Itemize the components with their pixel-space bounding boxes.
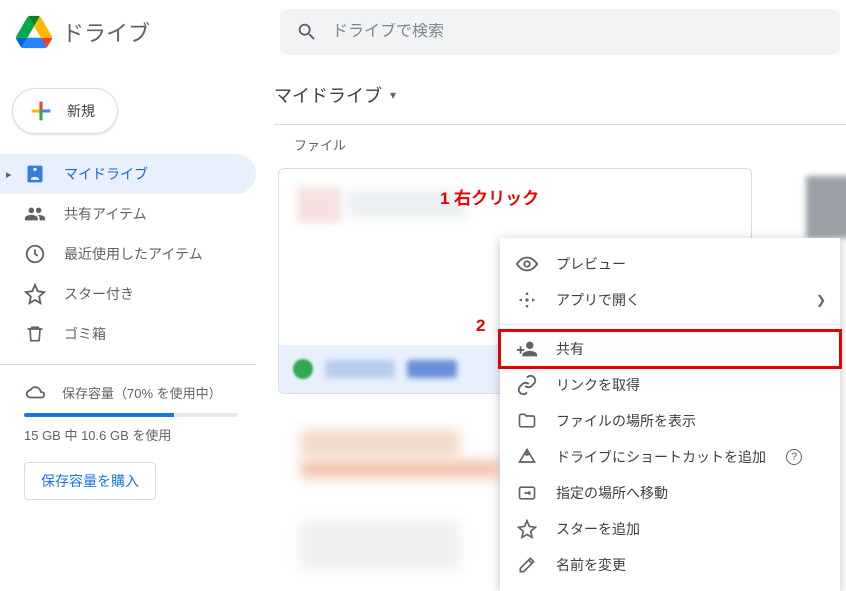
ctx-get-link[interactable]: リンクを取得: [500, 367, 840, 403]
nav-label: 最近使用したアイテム: [64, 244, 203, 264]
content-blur: [300, 520, 460, 570]
ctx-label: ドライブにショートカットを追加: [556, 447, 766, 467]
nav-label: スター付き: [64, 284, 134, 304]
brand-title: ドライブ: [62, 16, 150, 48]
move-icon: [516, 482, 538, 504]
shared-icon: [24, 203, 46, 225]
ctx-show-location[interactable]: ファイルの場所を表示: [500, 403, 840, 439]
nav: マイドライブ 共有アイテム 最近使用したアイテム スター付き: [0, 154, 256, 354]
ctx-share[interactable]: 共有: [500, 331, 840, 367]
ctx-label: リンクを取得: [556, 375, 640, 395]
divider: [500, 324, 840, 325]
ctx-preview[interactable]: プレビュー: [500, 246, 840, 282]
link-icon: [516, 374, 538, 396]
ctx-label: 共有: [556, 339, 584, 359]
ctx-add-shortcut[interactable]: ドライブにショートカットを追加 ?: [500, 439, 840, 475]
divider: [274, 124, 846, 125]
pencil-icon: [516, 554, 538, 576]
storage-label: 保存容量（70% を使用中）: [62, 383, 222, 402]
nav-label: ゴミ箱: [64, 324, 106, 344]
filename-blur: [407, 360, 457, 378]
context-menu: プレビュー アプリで開く ❯ 共有 リンクを取得 ファイルの場所を表示 ドライブ…: [500, 238, 840, 591]
trash-icon: [24, 323, 46, 345]
search-bar[interactable]: [280, 9, 840, 55]
thumbnail-blur: [806, 176, 846, 238]
ctx-rename[interactable]: 名前を変更: [500, 547, 840, 583]
buy-storage-button[interactable]: 保存容量を購入: [24, 462, 156, 500]
clock-icon: [24, 243, 46, 265]
star-icon: [24, 283, 46, 305]
content-blur: [300, 430, 460, 456]
ctx-label: プレビュー: [556, 254, 626, 274]
brand[interactable]: ドライブ: [0, 14, 280, 50]
drive-logo-icon: [16, 14, 52, 50]
plus-icon: [27, 97, 55, 125]
new-button-label: 新規: [67, 101, 95, 121]
ctx-add-star[interactable]: スターを追加: [500, 511, 840, 547]
nav-my-drive[interactable]: マイドライブ: [0, 154, 256, 194]
nav-label: 共有アイテム: [64, 204, 147, 224]
divider: [0, 364, 256, 365]
drive-shortcut-icon: [516, 446, 538, 468]
topbar: ドライブ: [0, 0, 846, 64]
storage-usage-text: 15 GB 中 10.6 GB を使用: [24, 425, 238, 444]
nav-recent[interactable]: 最近使用したアイテム: [0, 234, 256, 274]
annotation-2: 2: [476, 316, 485, 336]
ctx-label: 指定の場所へ移動: [556, 483, 668, 503]
open-with-icon: [516, 289, 538, 311]
nav-trash[interactable]: ゴミ箱: [0, 314, 256, 354]
annotation-1: 1 右クリック: [440, 184, 539, 209]
person-add-icon: [516, 338, 538, 360]
my-drive-icon: [24, 163, 46, 185]
sidebar: 新規 マイドライブ 共有アイテム 最近使用したアイテム: [0, 64, 256, 500]
file-type-icon: [293, 359, 313, 379]
ctx-label: 名前を変更: [556, 555, 626, 575]
storage-section: 保存容量（70% を使用中） 15 GB 中 10.6 GB を使用 保存容量を…: [0, 375, 256, 500]
ctx-label: スターを追加: [556, 519, 640, 539]
storage-bar: [24, 413, 238, 417]
eye-icon: [516, 253, 538, 275]
storage-row[interactable]: 保存容量（70% を使用中）: [24, 381, 238, 403]
search-wrap: [280, 9, 846, 55]
star-icon: [516, 518, 538, 540]
ctx-open-with[interactable]: アプリで開く ❯: [500, 282, 840, 318]
chevron-right-icon: ❯: [816, 293, 826, 307]
section-label: ファイル: [294, 135, 846, 154]
new-button[interactable]: 新規: [12, 88, 118, 134]
filename-blur: [325, 360, 395, 378]
help-icon: ?: [786, 449, 802, 465]
nav-shared[interactable]: 共有アイテム: [0, 194, 256, 234]
chevron-down-icon: ▾: [390, 88, 396, 102]
thumbnail-blur: [297, 187, 341, 223]
search-input[interactable]: [332, 23, 824, 41]
nav-starred[interactable]: スター付き: [0, 274, 256, 314]
ctx-label: ファイルの場所を表示: [556, 411, 696, 431]
ctx-move-to[interactable]: 指定の場所へ移動: [500, 475, 840, 511]
breadcrumb[interactable]: マイドライブ ▾: [274, 82, 846, 108]
nav-label: マイドライブ: [64, 164, 148, 184]
breadcrumb-label: マイドライブ: [274, 82, 382, 108]
cloud-icon: [24, 381, 46, 403]
search-icon: [296, 21, 318, 43]
ctx-label: アプリで開く: [556, 290, 640, 310]
content-blur: [300, 460, 500, 478]
folder-icon: [516, 410, 538, 432]
